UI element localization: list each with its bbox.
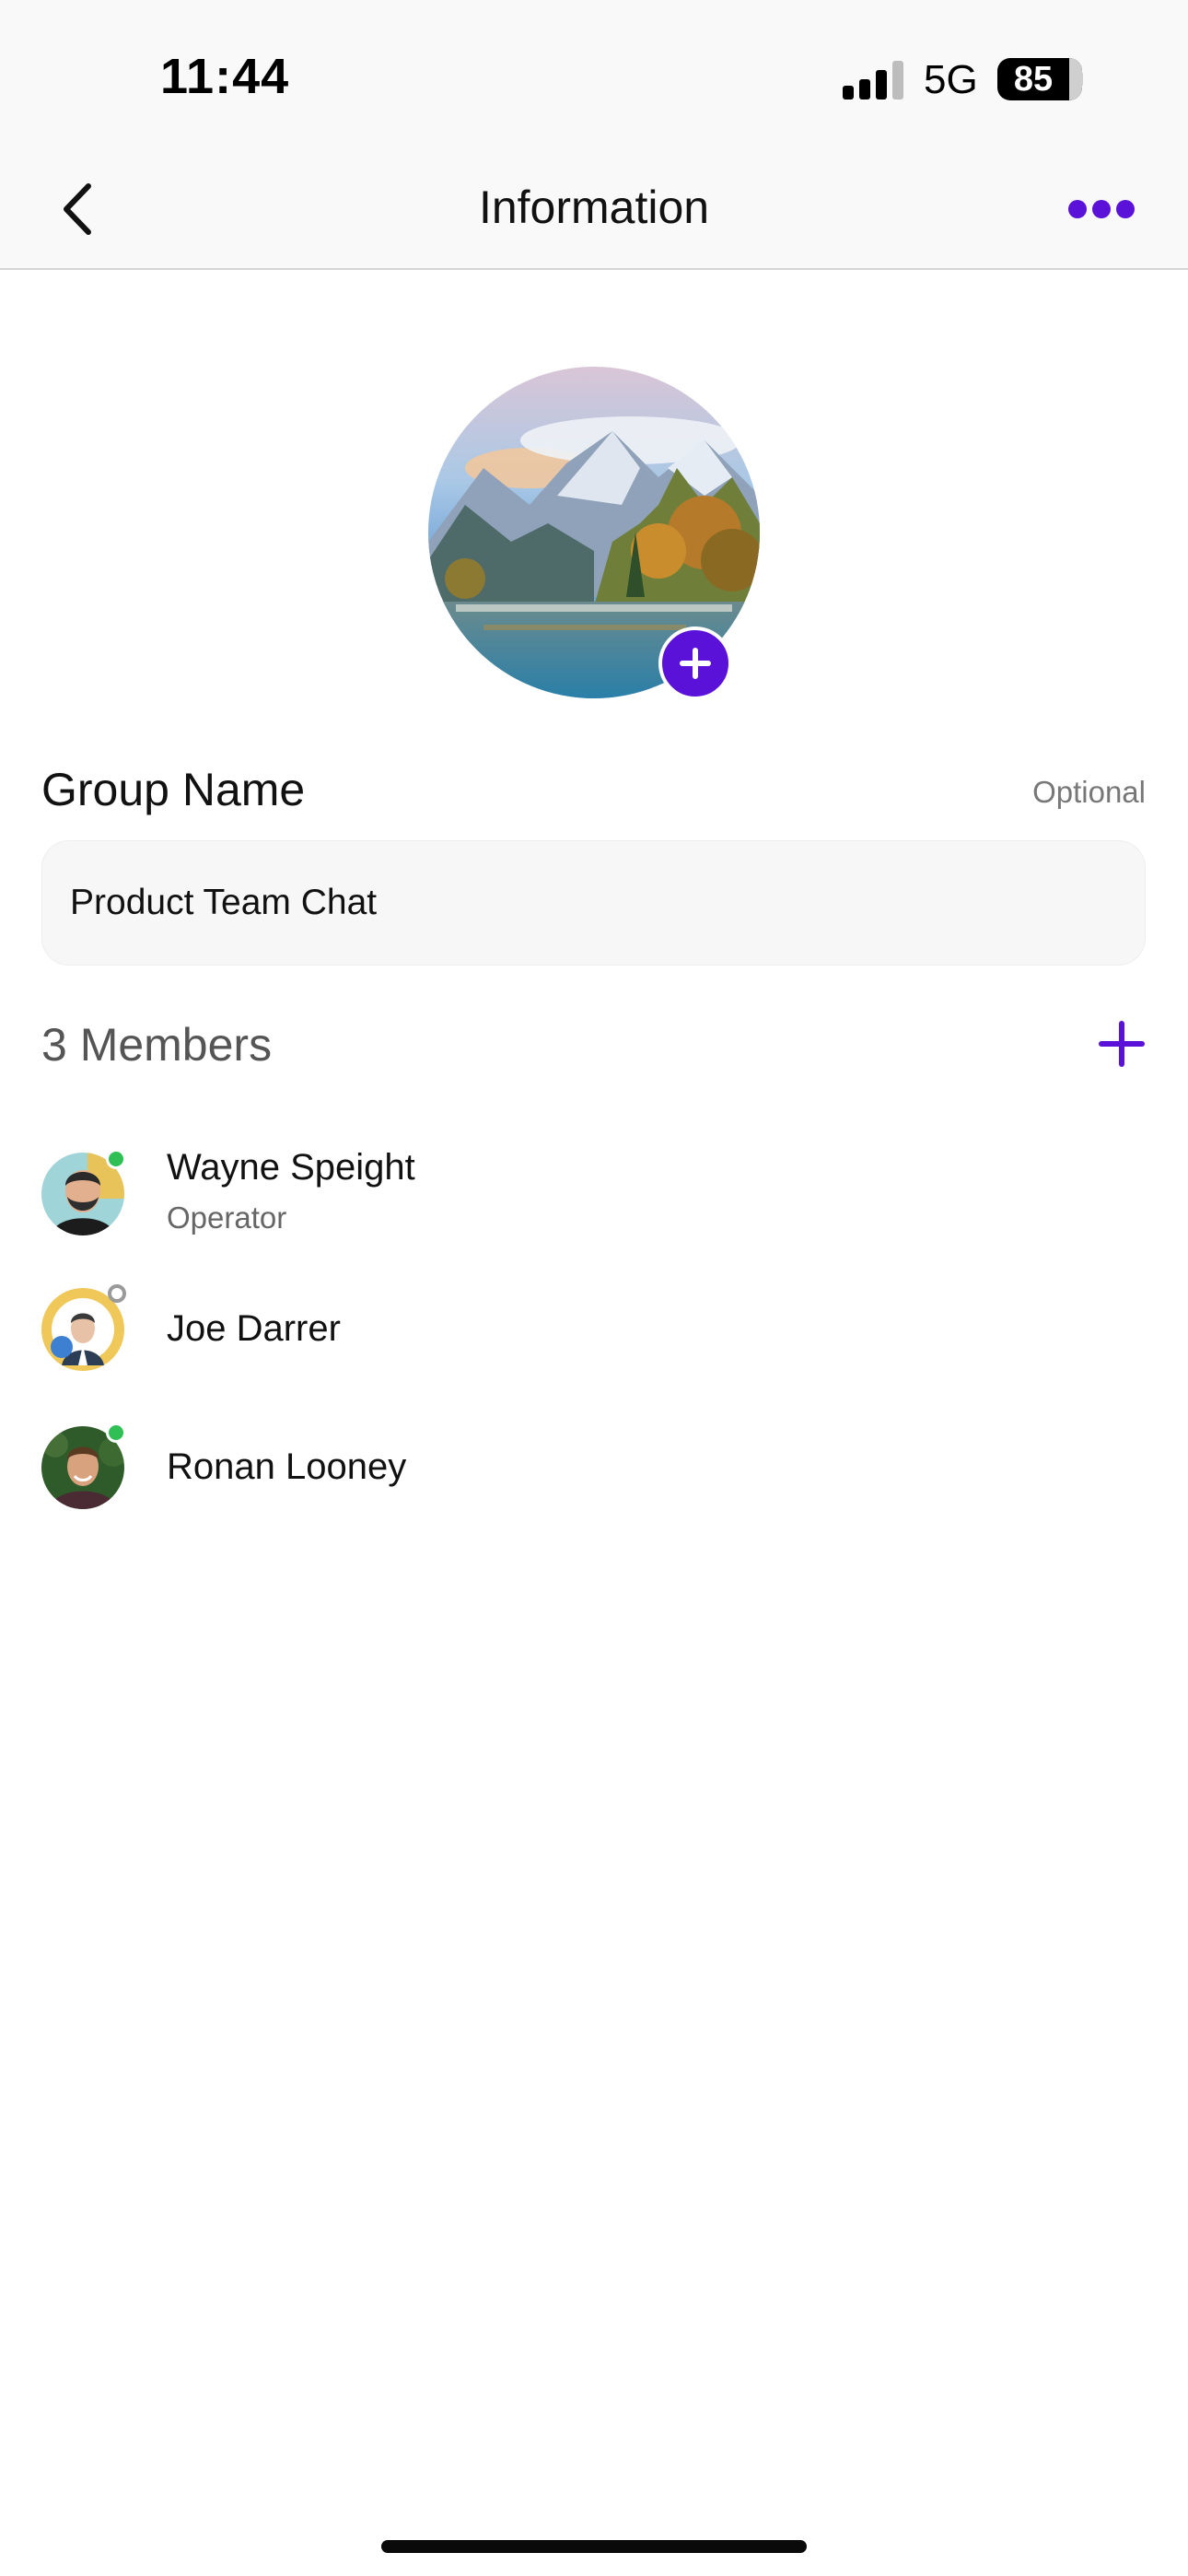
- offline-status-dot: [108, 1284, 126, 1303]
- member-row[interactable]: Joe Darrer: [0, 1284, 1188, 1408]
- page-title: Information: [478, 181, 710, 233]
- cellular-signal-icon: [843, 61, 903, 100]
- plus-icon: [1099, 1021, 1145, 1067]
- member-role: Operator: [167, 1200, 287, 1235]
- online-status-dot: [106, 1149, 126, 1169]
- member-name: Ronan Looney: [167, 1446, 407, 1487]
- group-name-label: Group Name: [41, 764, 306, 815]
- avatar: [41, 1284, 126, 1371]
- optional-label: Optional: [1032, 775, 1146, 809]
- information-screen: 11:44 5G 85 Information Group Name Optio…: [0, 0, 1188, 2576]
- online-status-dot: [106, 1423, 126, 1443]
- group-name-input[interactable]: [41, 840, 1146, 966]
- battery-level: 85: [1013, 59, 1054, 99]
- battery-cap: [1077, 71, 1083, 88]
- more-options-button[interactable]: [1068, 193, 1135, 225]
- add-member-button[interactable]: [1096, 1018, 1147, 1070]
- status-time: 11:44: [160, 49, 290, 104]
- avatar: [41, 1423, 126, 1509]
- ellipsis-icon: [1068, 200, 1087, 218]
- member-row[interactable]: Ronan Looney: [0, 1423, 1188, 1546]
- plus-circle-icon: [680, 648, 711, 679]
- member-row[interactable]: Wayne Speight Operator: [0, 1147, 1188, 1267]
- member-name: Wayne Speight: [167, 1147, 415, 1188]
- member-name: Joe Darrer: [167, 1308, 341, 1349]
- avatar: [41, 1149, 126, 1235]
- top-bar: 11:44 5G 85 Information: [0, 0, 1188, 270]
- network-type: 5G: [924, 57, 978, 102]
- home-indicator[interactable]: [381, 2540, 807, 2553]
- add-photo-button[interactable]: [658, 626, 732, 700]
- members-count-title: 3 Members: [41, 1019, 273, 1071]
- battery-icon: 85: [997, 58, 1082, 100]
